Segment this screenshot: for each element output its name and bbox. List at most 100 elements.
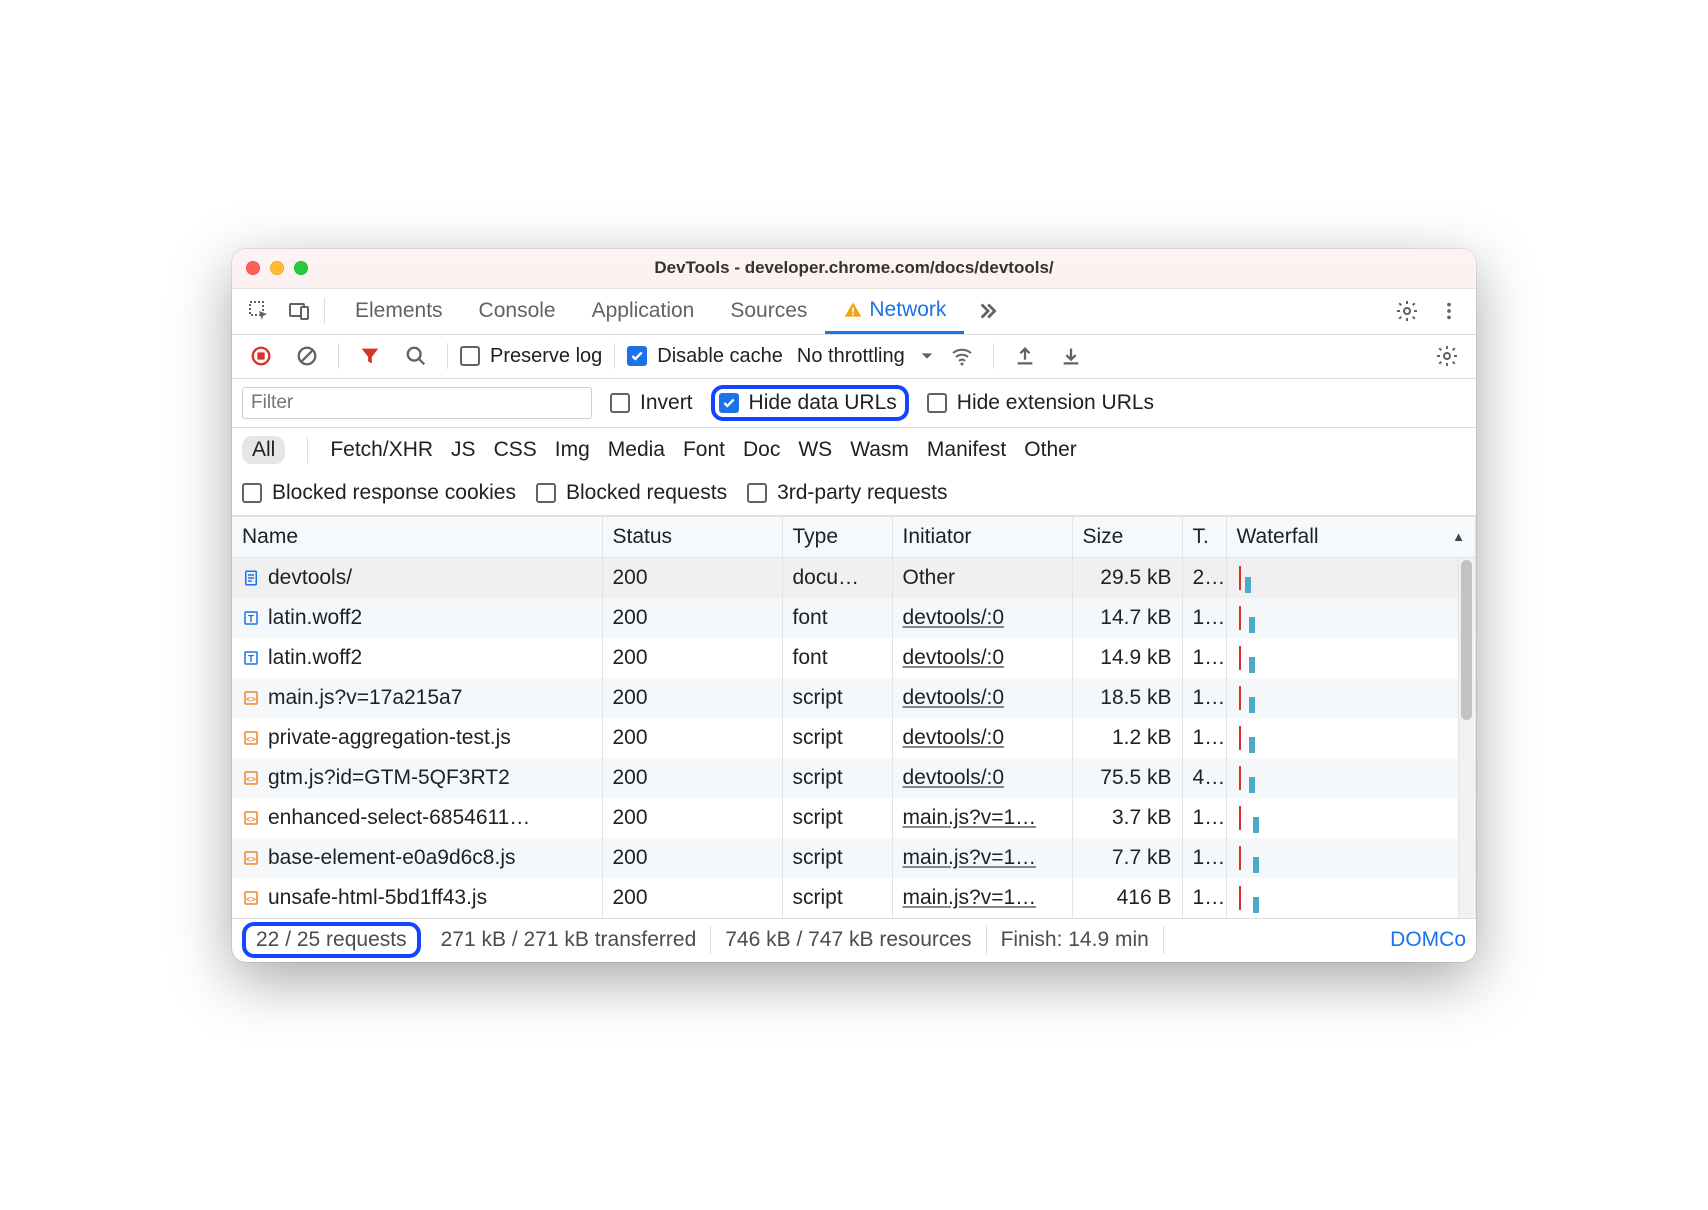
type-chip-wasm[interactable]: Wasm — [850, 438, 909, 462]
type-chip-font[interactable]: Font — [683, 438, 725, 462]
request-size: 1.2 kB — [1072, 718, 1182, 758]
settings-icon[interactable] — [1388, 292, 1426, 330]
col-header-size[interactable]: Size — [1072, 516, 1182, 557]
initiator-link[interactable]: main.js?v=1… — [903, 886, 1037, 909]
tab-console[interactable]: Console — [461, 288, 574, 334]
hide-extension-urls-checkbox[interactable]: Hide extension URLs — [927, 391, 1154, 415]
type-chip-css[interactable]: CSS — [494, 438, 537, 462]
disable-cache-checkbox[interactable]: Disable cache — [627, 345, 783, 368]
third-party-checkbox[interactable]: 3rd-party requests — [747, 481, 947, 505]
panel-tabs: Elements Console Application Sources Net… — [337, 288, 1386, 334]
more-tabs-icon[interactable] — [964, 292, 1008, 330]
table-row[interactable]: <>gtm.js?id=GTM-5QF3RT2 200 script devto… — [232, 758, 1476, 798]
type-chip-doc[interactable]: Doc — [743, 438, 780, 462]
window-titlebar: DevTools - developer.chrome.com/docs/dev… — [232, 249, 1476, 289]
type-chip-media[interactable]: Media — [608, 438, 665, 462]
disable-cache-label: Disable cache — [657, 345, 783, 368]
network-conditions-icon[interactable] — [943, 337, 981, 375]
blocked-cookies-checkbox[interactable]: Blocked response cookies — [242, 481, 516, 505]
col-header-initiator[interactable]: Initiator — [892, 516, 1072, 557]
network-toolbar: Preserve log Disable cache No throttling — [232, 335, 1476, 379]
type-chip-fetchxhr[interactable]: Fetch/XHR — [330, 438, 433, 462]
panel-tabs-bar: Elements Console Application Sources Net… — [232, 289, 1476, 335]
request-size: 14.9 kB — [1072, 638, 1182, 678]
download-har-icon[interactable] — [1052, 337, 1090, 375]
request-type: script — [782, 718, 892, 758]
hide-extension-urls-label: Hide extension URLs — [957, 391, 1154, 415]
requests-table-wrap: Name Status Type Initiator Size T. Water… — [232, 516, 1476, 918]
waterfall-cell — [1237, 606, 1466, 630]
js-file-icon: <> — [242, 849, 260, 867]
device-toolbar-icon[interactable] — [280, 292, 318, 330]
table-row[interactable]: <>unsafe-html-5bd1ff43.js 200 script mai… — [232, 878, 1476, 918]
initiator-link[interactable]: devtools/:0 — [903, 646, 1005, 669]
col-header-type[interactable]: Type — [782, 516, 892, 557]
type-chip-ws[interactable]: WS — [798, 438, 832, 462]
initiator-link[interactable]: devtools/:0 — [903, 686, 1005, 709]
filter-input[interactable] — [242, 387, 592, 419]
network-settings-icon[interactable] — [1428, 337, 1466, 375]
table-scrollbar[interactable] — [1458, 558, 1474, 918]
table-row[interactable]: <>main.js?v=17a215a7 200 script devtools… — [232, 678, 1476, 718]
hide-data-urls-checkbox[interactable]: Hide data URLs — [719, 391, 897, 415]
throttling-select[interactable]: No throttling — [797, 345, 935, 368]
type-chip-img[interactable]: Img — [555, 438, 590, 462]
record-button[interactable] — [242, 337, 280, 375]
table-row[interactable]: <>base-element-e0a9d6c8.js 200 script ma… — [232, 838, 1476, 878]
col-header-name[interactable]: Name — [232, 516, 602, 557]
initiator-link[interactable]: devtools/:0 — [903, 726, 1005, 749]
col-header-status[interactable]: Status — [602, 516, 782, 557]
font-file-icon: T — [242, 649, 260, 667]
request-status: 200 — [602, 718, 782, 758]
filter-toggle-icon[interactable] — [351, 337, 389, 375]
type-chip-other[interactable]: Other — [1024, 438, 1077, 462]
initiator-link[interactable]: devtools/:0 — [903, 766, 1005, 789]
initiator-link[interactable]: main.js?v=1… — [903, 846, 1037, 869]
col-header-time[interactable]: T. — [1182, 516, 1226, 557]
initiator-link[interactable]: devtools/:0 — [903, 606, 1005, 629]
table-row[interactable]: devtools/ 200 docu… Other 29.5 kB 2.. — [232, 557, 1476, 598]
request-time: 1.. — [1182, 798, 1226, 838]
checkbox-icon — [242, 483, 262, 503]
blocked-requests-label: Blocked requests — [566, 481, 727, 505]
request-time: 1.. — [1182, 718, 1226, 758]
kebab-menu-icon[interactable] — [1430, 292, 1468, 330]
separator — [307, 437, 308, 463]
preserve-log-checkbox[interactable]: Preserve log — [460, 345, 602, 368]
js-file-icon: <> — [242, 889, 260, 907]
table-row[interactable]: Tlatin.woff2 200 font devtools/:0 14.9 k… — [232, 638, 1476, 678]
waterfall-cell — [1237, 686, 1466, 710]
waterfall-cell — [1237, 646, 1466, 670]
upload-har-icon[interactable] — [1006, 337, 1044, 375]
tab-application[interactable]: Application — [574, 288, 713, 334]
type-chip-manifest[interactable]: Manifest — [927, 438, 1006, 462]
col-header-waterfall[interactable]: Waterfall — [1226, 516, 1476, 557]
scroll-thumb[interactable] — [1461, 560, 1472, 720]
close-window-button[interactable] — [246, 261, 260, 275]
request-size: 3.7 kB — [1072, 798, 1182, 838]
request-size: 416 B — [1072, 878, 1182, 918]
minimize-window-button[interactable] — [270, 261, 284, 275]
inspect-element-icon[interactable] — [240, 292, 278, 330]
tab-elements[interactable]: Elements — [337, 288, 461, 334]
invert-checkbox[interactable]: Invert — [610, 391, 693, 415]
tab-sources[interactable]: Sources — [712, 288, 825, 334]
separator — [993, 343, 994, 369]
blocked-requests-checkbox[interactable]: Blocked requests — [536, 481, 727, 505]
tab-network[interactable]: Network — [825, 288, 964, 334]
blocked-cookies-label: Blocked response cookies — [272, 481, 516, 505]
status-finish: Finish: 14.9 min — [987, 926, 1164, 954]
initiator-link[interactable]: main.js?v=1… — [903, 806, 1037, 829]
search-icon[interactable] — [397, 337, 435, 375]
table-row[interactable]: Tlatin.woff2 200 font devtools/:0 14.7 k… — [232, 598, 1476, 638]
zoom-window-button[interactable] — [294, 261, 308, 275]
requests-count-highlight: 22 / 25 requests — [242, 922, 421, 958]
clear-button[interactable] — [288, 337, 326, 375]
request-name: devtools/ — [268, 566, 352, 590]
request-type: docu… — [782, 557, 892, 598]
table-row[interactable]: <>private-aggregation-test.js 200 script… — [232, 718, 1476, 758]
type-chip-js[interactable]: JS — [451, 438, 476, 462]
waterfall-cell — [1237, 846, 1466, 870]
type-chip-all[interactable]: All — [242, 436, 285, 464]
table-row[interactable]: <>enhanced-select-6854611… 200 script ma… — [232, 798, 1476, 838]
